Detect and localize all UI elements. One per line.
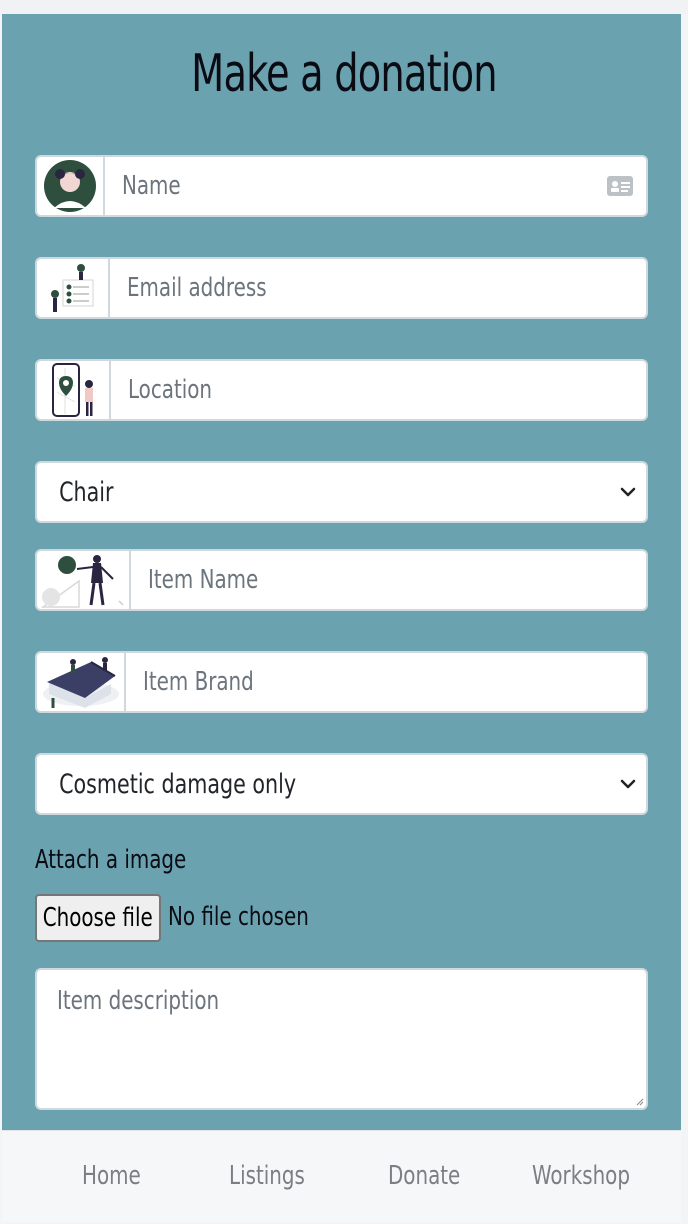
choose-file-label: Choose file [42,903,154,933]
email-placeholder: Email address [127,273,267,303]
item-name-field[interactable]: Item Name [131,549,648,611]
category-select[interactable]: Chair [35,461,648,523]
chevron-down-icon [620,779,636,789]
category-selected-value: Chair [59,476,114,508]
item-brand-placeholder: Item Brand [143,667,254,697]
condition-selected-value: Cosmetic damage only [59,768,297,800]
item-name-placeholder: Item Name [148,565,259,595]
item-description-textarea[interactable]: Item description [35,968,648,1110]
id-card-icon [607,176,633,196]
choose-file-button[interactable]: Choose file [35,894,161,942]
item-brand-input-group: Item Brand [35,651,648,713]
name-input-group: Name [35,155,648,217]
location-placeholder: Location [128,375,213,405]
nav-item-listings[interactable]: Listings [229,1161,305,1191]
nav-item-home[interactable]: Home [82,1161,141,1191]
file-status-text: No file chosen [168,902,309,932]
attach-image-label: Attach a image [35,845,187,875]
bottom-nav: Home Listings Donate Workshop [2,1130,681,1222]
shapes-illustration-icon [35,549,131,611]
page-title: Make a donation [191,44,497,104]
name-field[interactable]: Name [105,155,648,217]
email-field[interactable]: Email address [110,257,648,319]
house-illustration-icon [35,651,126,713]
name-placeholder: Name [122,171,181,201]
email-input-group: Email address [35,257,648,319]
map-pin-illustration-icon [35,359,111,421]
top-bar [0,0,688,14]
nav-item-donate[interactable]: Donate [388,1161,460,1191]
item-brand-field[interactable]: Item Brand [126,651,648,713]
email-illustration-icon [35,257,110,319]
item-name-input-group: Item Name [35,549,648,611]
resize-grip-icon[interactable] [634,1096,644,1106]
nav-item-workshop[interactable]: Workshop [532,1161,630,1191]
condition-select[interactable]: Cosmetic damage only [35,753,648,815]
chevron-down-icon [620,487,636,497]
item-description-placeholder: Item description [57,986,220,1016]
avatar-illustration-icon [35,155,105,217]
location-input-group: Location [35,359,648,421]
location-field[interactable]: Location [111,359,648,421]
